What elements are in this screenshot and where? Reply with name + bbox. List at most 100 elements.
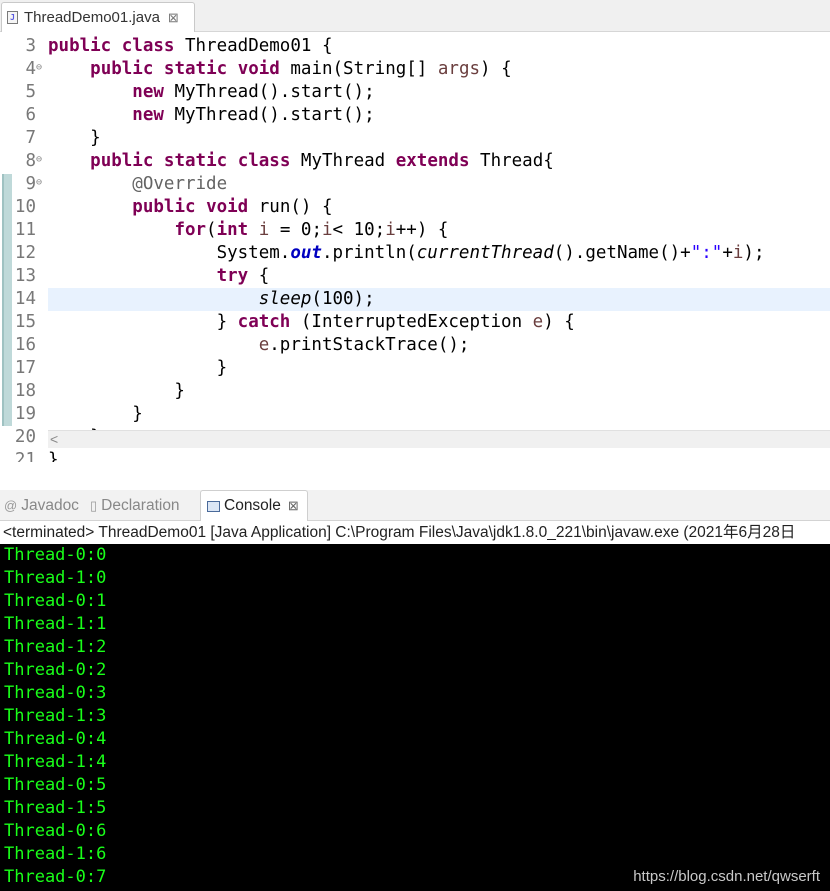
code-token: } [48, 128, 101, 148]
line-number: 10 [14, 197, 36, 217]
code-token: ( [206, 220, 217, 240]
code-token: ().getName()+ [553, 243, 691, 263]
code-token: + [722, 243, 733, 263]
editor-horizontal-scrollbar[interactable]: < [48, 430, 830, 448]
code-line[interactable]: 19 } [0, 403, 830, 426]
panel-tab-bar: @ Javadoc ▯ Declaration Console ⊠ [0, 490, 830, 521]
code-line[interactable]: 16 e.printStackTrace(); [0, 334, 830, 357]
code-text: public static void main(String[] args) { [48, 58, 830, 81]
code-token: ":" [690, 243, 723, 263]
code-token: public [48, 36, 112, 56]
code-line[interactable]: 3 public class ThreadDemo01 { [0, 35, 830, 58]
code-token: } [48, 450, 59, 462]
code-token: ++) { [395, 220, 449, 240]
console-line: Thread-1:2 [4, 637, 107, 657]
code-line[interactable]: 13 try { [0, 265, 830, 288]
code-token: i [385, 220, 396, 240]
code-line[interactable]: 6 new MyThread().start(); [0, 104, 830, 127]
code-text: } [48, 380, 830, 403]
code-token: currentThread [416, 243, 554, 263]
code-editor[interactable]: 3 public class ThreadDemo01 {4 ⊖ public st… [0, 32, 830, 462]
console-launch-description: <terminated> ThreadDemo01 [Java Applicat… [0, 521, 830, 544]
console-line: Thread-0:0 [4, 545, 107, 565]
tab-declaration[interactable]: ▯ Declaration [90, 490, 180, 521]
code-token: args [437, 59, 481, 79]
line-number: 18 [14, 381, 36, 401]
code-token: ThreadDemo01 { [174, 36, 333, 56]
code-line[interactable]: 11 for(int i = 0;i< 10;i++) { [0, 219, 830, 242]
tab-javadoc[interactable]: @ Javadoc [4, 490, 79, 521]
code-token: run() { [248, 197, 333, 217]
editor-tab-threaddemo01[interactable]: J ThreadDemo01.java ⊠ [1, 2, 195, 32]
console-line: Thread-0:4 [4, 729, 107, 749]
code-line[interactable]: 9 ⊖ @Override [0, 173, 830, 196]
code-line[interactable]: 14 sleep(100); [0, 288, 830, 311]
code-token: } [48, 404, 143, 424]
code-text: e.printStackTrace(); [48, 334, 830, 357]
console-output[interactable]: Thread-0:0 Thread-1:0 Thread-0:1 Thread-1:1… [0, 544, 830, 891]
code-line[interactable]: 21} [0, 449, 830, 462]
line-number: 4 [25, 59, 36, 79]
code-text: public static class MyThread extends Thr… [48, 150, 830, 173]
code-token: (100); [311, 289, 375, 309]
tab-console-label: Console [224, 497, 281, 514]
line-number: 9 [25, 174, 36, 194]
code-token: void [206, 197, 249, 217]
line-number: 8 [25, 151, 36, 171]
code-line[interactable]: 15 } catch (InterruptedException e) { [0, 311, 830, 334]
code-line[interactable]: 17 } [0, 357, 830, 380]
declaration-icon: ▯ [90, 497, 98, 513]
code-line[interactable]: 10 public void run() { [0, 196, 830, 219]
console-line: Thread-1:6 [4, 844, 107, 864]
code-line[interactable]: 5 new MyThread().start(); [0, 81, 830, 104]
code-token: new [132, 82, 164, 102]
code-line[interactable]: 18 } [0, 380, 830, 403]
code-token: @Override [132, 174, 228, 194]
line-number: 15 [14, 312, 36, 332]
code-line[interactable]: 7 } [0, 127, 830, 150]
tab-console[interactable]: Console ⊠ [200, 490, 308, 521]
fold-toggle-icon[interactable]: ⊖ [36, 58, 42, 78]
code-line[interactable]: 12 System.out.println(currentThread().ge… [0, 242, 830, 265]
code-line[interactable]: 8 ⊖ public static class MyThread extends … [0, 150, 830, 173]
editor-tab-bar: J ThreadDemo01.java ⊠ [0, 0, 830, 32]
code-token: System. [48, 243, 291, 263]
console-line: Thread-0:6 [4, 821, 107, 841]
close-icon[interactable]: ⊠ [168, 10, 179, 26]
code-text: } [48, 403, 830, 426]
tab-declaration-label: Declaration [101, 496, 180, 514]
code-text: sleep(100); [48, 288, 830, 311]
line-number: 19 [14, 404, 36, 424]
code-text: new MyThread().start(); [48, 104, 830, 127]
code-token: int [216, 220, 249, 240]
code-token: main(String[] [279, 59, 438, 79]
code-token: e [258, 335, 270, 355]
console-line: Thread-0:7 [4, 867, 107, 887]
code-token: MyThread().start(); [163, 82, 375, 102]
fold-toggle-icon[interactable]: ⊖ [36, 150, 42, 170]
line-number: 5 [25, 82, 36, 102]
scroll-left-icon[interactable]: < [50, 431, 58, 448]
line-number: 11 [14, 220, 36, 240]
code-line[interactable]: 4 ⊖ public static void main(String[] args… [0, 58, 830, 81]
fold-toggle-icon[interactable]: ⊖ [36, 173, 42, 193]
watermark: https://blog.csdn.net/qwserft [633, 868, 820, 885]
code-token: public [90, 151, 154, 171]
code-text: } [48, 357, 830, 380]
code-token: void [237, 59, 280, 79]
code-token: class [237, 151, 291, 171]
java-file-icon: J [7, 11, 18, 24]
code-token: e [532, 312, 544, 332]
close-icon[interactable]: ⊠ [288, 498, 299, 514]
code-text: for(int i = 0;i< 10;i++) { [48, 219, 830, 242]
code-token: MyThread [290, 151, 396, 171]
